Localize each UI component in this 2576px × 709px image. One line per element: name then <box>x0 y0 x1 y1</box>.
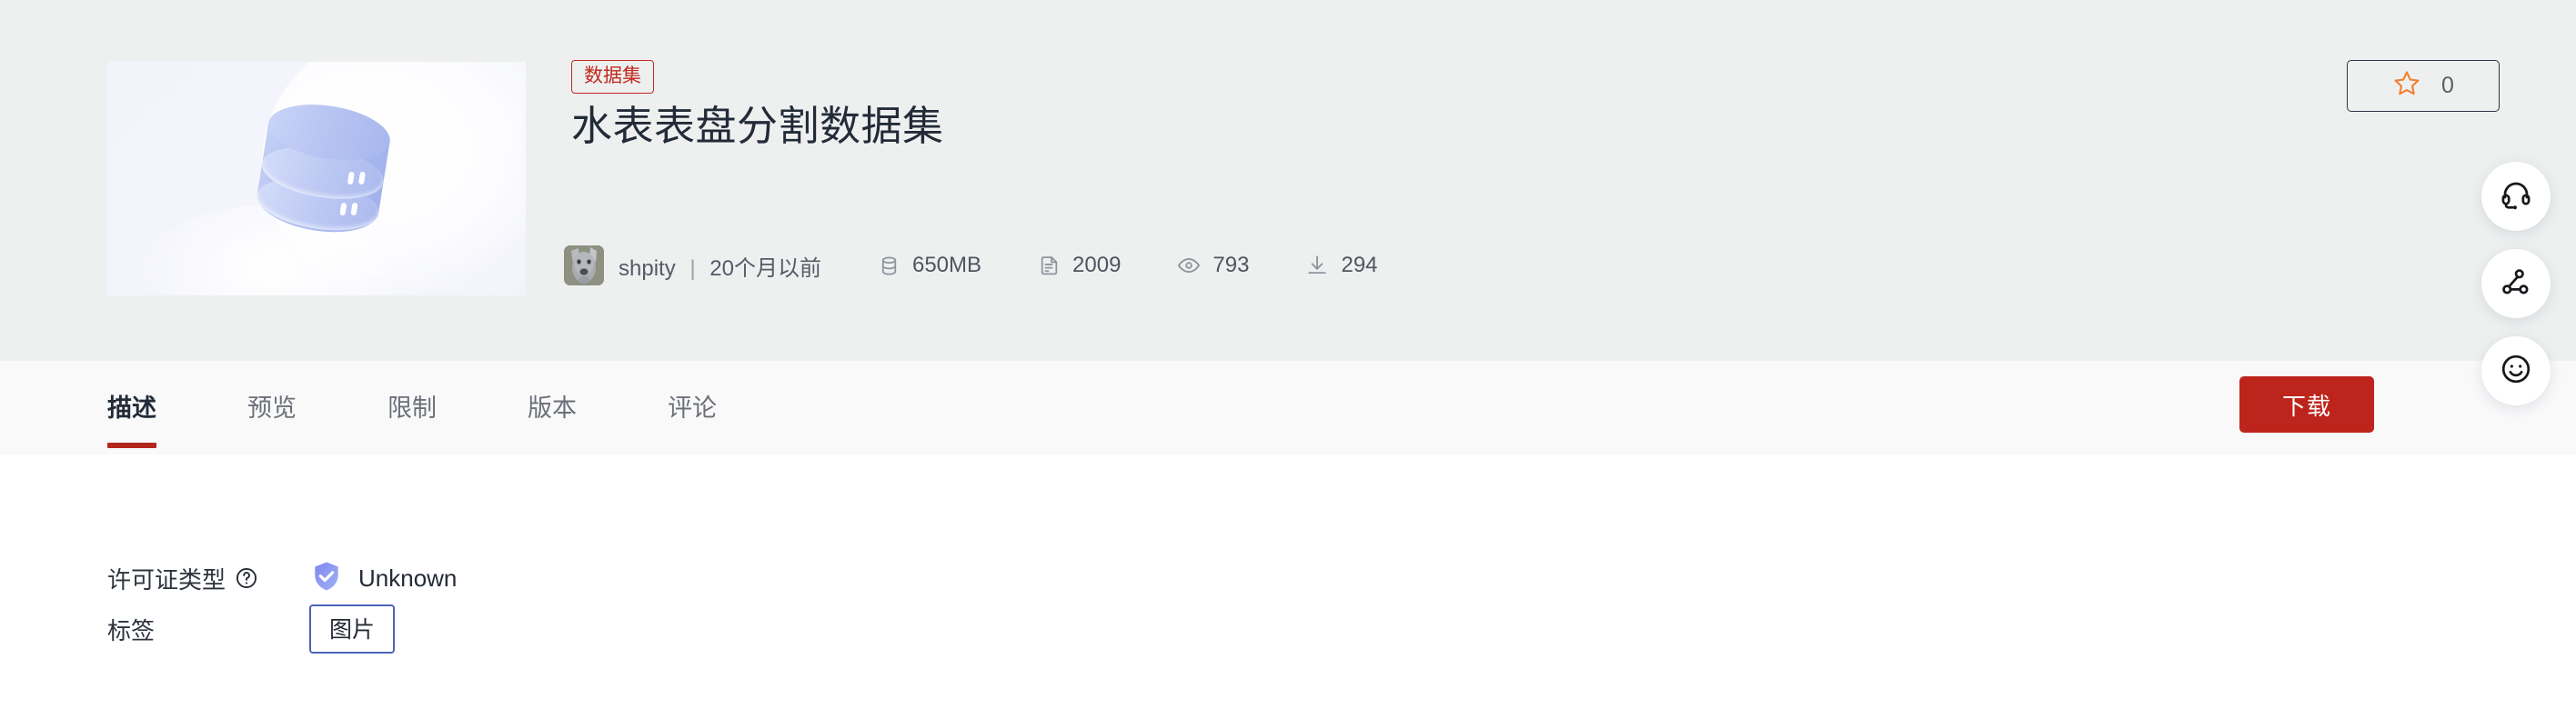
tags-list: 图片 <box>309 604 396 654</box>
stat-views: 793 <box>1177 253 1249 278</box>
support-fab[interactable] <box>2481 162 2551 231</box>
dataset-meta-row: shpity | 20个月以前 650MB 2009 793 294 <box>564 245 1378 285</box>
tab-versions[interactable]: 版本 <box>528 388 577 427</box>
license-value: Unknown <box>358 564 458 592</box>
stat-views-value: 793 <box>1213 253 1250 277</box>
download-icon <box>1305 254 1329 277</box>
question-circle-icon[interactable] <box>235 566 258 590</box>
page-header: 数据集 水表表盘分割数据集 shpity | 20个月以前 650MB 2009… <box>0 0 2576 361</box>
tab-restrictions[interactable]: 限制 <box>387 388 437 427</box>
database-icon <box>878 255 901 277</box>
star-icon <box>2392 69 2421 103</box>
license-label: 许可证类型 <box>107 565 226 594</box>
feedback-fab[interactable] <box>2481 336 2551 405</box>
avatar[interactable] <box>564 245 604 285</box>
meta-separator: | <box>689 255 696 281</box>
share-fab[interactable] <box>2481 249 2551 318</box>
tab-bar: 描述 预览 限制 版本 评论 <box>0 361 2576 454</box>
tab-list: 描述 预览 限制 版本 评论 <box>107 361 808 454</box>
database-icon <box>249 96 395 264</box>
license-value-group: Unknown <box>309 559 457 598</box>
file-icon <box>1038 255 1061 277</box>
shield-check-icon <box>309 559 344 598</box>
download-button[interactable]: 下载 <box>2239 376 2374 433</box>
eye-icon <box>1177 254 1201 277</box>
smiley-icon <box>2500 353 2532 390</box>
share-nodes-icon <box>2500 265 2532 303</box>
tab-comments[interactable]: 评论 <box>668 388 717 427</box>
dataset-thumbnail[interactable] <box>107 62 526 295</box>
tab-preview[interactable]: 预览 <box>247 388 297 427</box>
content-type-badge: 数据集 <box>571 60 654 95</box>
stat-downloads: 294 <box>1305 253 1378 278</box>
star-count: 0 <box>2441 73 2454 98</box>
page-title: 水表表盘分割数据集 <box>571 103 944 149</box>
headset-icon <box>2500 178 2532 215</box>
tag-chip[interactable]: 图片 <box>309 604 396 654</box>
tab-description[interactable]: 描述 <box>107 388 156 448</box>
floating-action-buttons <box>2481 162 2551 405</box>
owner-name[interactable]: shpity <box>619 256 676 281</box>
license-label-group: 许可证类型 <box>107 562 258 595</box>
stat-size: 650MB <box>878 253 981 278</box>
star-button[interactable]: 0 <box>2347 60 2500 112</box>
tags-row: 标签 图片 <box>107 604 396 654</box>
updated-time: 20个月以前 <box>709 255 821 281</box>
owner-info: shpity | 20个月以前 <box>619 250 821 282</box>
stat-files: 2009 <box>1038 253 1121 278</box>
stat-size-value: 650MB <box>911 253 982 277</box>
tags-label: 标签 <box>107 616 156 644</box>
license-row: 许可证类型 Unknown <box>107 558 457 598</box>
stat-downloads-value: 294 <box>1341 253 1378 277</box>
stat-files-value: 2009 <box>1072 253 1122 277</box>
